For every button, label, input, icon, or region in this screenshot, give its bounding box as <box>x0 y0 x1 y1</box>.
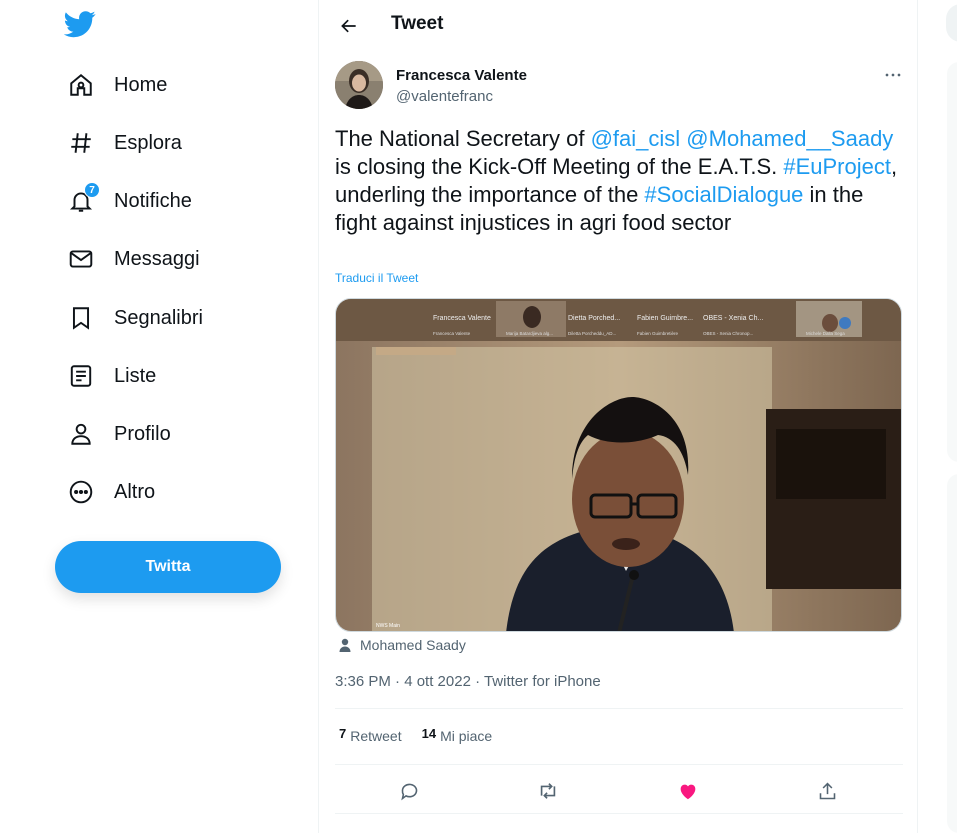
nav-messages[interactable]: Messaggi <box>56 234 212 284</box>
tweet-text-part: The National Secretary of <box>335 126 591 151</box>
back-arrow-icon[interactable] <box>333 10 365 42</box>
tweet-button[interactable]: Twitta <box>55 541 281 593</box>
envelope-icon <box>68 246 94 272</box>
nav-label: Altro <box>114 480 156 503</box>
hashtag-link[interactable]: #SocialDialogue <box>644 182 803 207</box>
more-circle-icon <box>68 479 94 505</box>
nav-label: Liste <box>114 364 157 387</box>
person-icon <box>68 421 94 447</box>
tweet-photo[interactable]: Francesca Valente Dietta Porched... Fabi… <box>335 298 902 632</box>
action-bar <box>319 772 919 808</box>
mention-link[interactable]: @Mohamed__Saady <box>686 126 893 151</box>
participant-sublabel: Marija Batardjieva alg... <box>506 331 553 336</box>
retweet-stat[interactable]: 7 Retweet <box>339 726 402 744</box>
divider <box>335 764 903 765</box>
avatar[interactable] <box>335 61 383 109</box>
participant-label: Francesca Valente <box>433 315 491 322</box>
notification-badge: 7 <box>84 182 100 198</box>
participant-sublabel: Diletta Porcheddu_AD... <box>568 331 616 336</box>
person-tag-icon <box>337 637 353 653</box>
like-label: Mi piace <box>440 728 493 744</box>
nav-label: Profilo <box>114 422 171 445</box>
nav-label: Notifiche <box>114 189 192 212</box>
like-heart-icon[interactable] <box>675 778 701 804</box>
twitter-logo-icon[interactable] <box>63 8 100 44</box>
nav-label: Segnalibri <box>114 306 203 329</box>
participant-label: OBES - Xenia Ch... <box>703 315 763 322</box>
sidebar: Home Esplora 7 Notifiche Messaggi Segnal… <box>0 0 318 833</box>
sidebar-card <box>947 474 957 833</box>
participant-label: Dietta Porched... <box>568 315 620 322</box>
divider <box>335 708 903 709</box>
bookmark-icon <box>68 305 94 331</box>
nav-label: Messaggi <box>114 247 200 270</box>
bell-icon: 7 <box>68 182 100 214</box>
page-title: Tweet <box>391 13 444 34</box>
share-icon[interactable] <box>814 778 840 804</box>
tweet-stats: 7 Retweet 14 Mi piace <box>339 726 512 744</box>
more-options-icon[interactable] <box>879 64 907 86</box>
hashtag-icon <box>68 130 94 156</box>
nav-explore[interactable]: Esplora <box>56 118 194 168</box>
nav-more[interactable]: Altro <box>56 467 167 517</box>
reply-icon[interactable] <box>396 778 422 804</box>
nav-home[interactable]: Home <box>56 60 179 110</box>
list-icon <box>68 363 94 389</box>
participant-label: Fabien Guimbre... <box>637 315 693 322</box>
tweet-meta[interactable]: 3:36 PM · 4 ott 2022 · Twitter for iPhon… <box>335 673 601 690</box>
video-caption: NWS Main <box>376 623 400 629</box>
nav-profile[interactable]: Profilo <box>56 409 183 459</box>
like-stat[interactable]: 14 Mi piace <box>421 726 493 744</box>
tweet-text-part: is closing the Kick-Off Meeting of the E… <box>335 154 784 179</box>
sidebar-card <box>947 62 957 462</box>
author-handle[interactable]: @valentefranc <box>396 88 493 105</box>
hashtag-link[interactable]: #EuProject <box>783 154 891 179</box>
tagged-user[interactable]: Mohamed Saady <box>337 637 466 653</box>
participant-sublabel: Francesca Valente <box>433 331 471 336</box>
participant-sublabel: OBES - Xenia Chronop... <box>703 331 753 336</box>
nav-bookmarks[interactable]: Segnalibri <box>56 293 215 343</box>
tweet-text: The National Secretary of @fai_cisl @Moh… <box>335 125 905 237</box>
divider <box>335 813 903 814</box>
translate-link[interactable]: Traduci il Tweet <box>335 271 418 285</box>
nav-notifications[interactable]: 7 Notifiche <box>56 176 204 226</box>
header: Tweet <box>319 0 919 50</box>
retweet-count: 7 <box>339 726 347 741</box>
retweet-icon[interactable] <box>535 778 561 804</box>
nav-label: Esplora <box>114 131 182 154</box>
mention-link[interactable]: @fai_cisl <box>591 126 681 151</box>
participant-sublabel: Michele Dalla Sega <box>806 331 845 336</box>
nav-lists[interactable]: Liste <box>56 351 168 401</box>
home-icon <box>68 72 94 98</box>
participant-sublabel: Fabien Guimbretière <box>637 331 679 336</box>
retweet-label: Retweet <box>350 728 402 744</box>
author-name[interactable]: Francesca Valente <box>396 67 527 84</box>
main-column: Tweet Francesca Valente @valentefranc Th… <box>318 0 918 833</box>
nav-label: Home <box>114 73 168 96</box>
like-count: 14 <box>421 726 437 741</box>
tagged-user-name: Mohamed Saady <box>360 637 466 653</box>
search-bar[interactable] <box>946 4 957 42</box>
